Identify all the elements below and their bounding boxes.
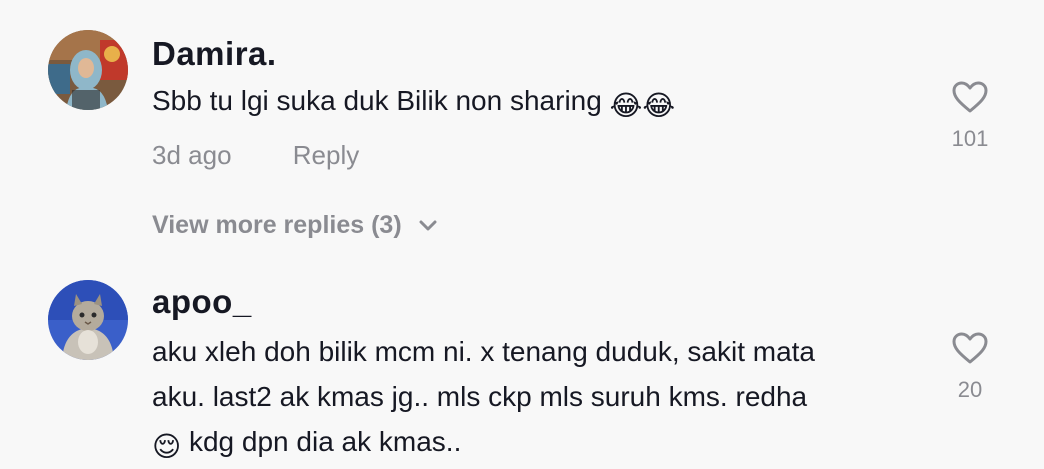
heart-outline-icon[interactable]: [951, 331, 989, 365]
reply-button[interactable]: Reply: [293, 140, 359, 171]
user-avatar-icon[interactable]: [48, 30, 128, 110]
heart-outline-icon[interactable]: [951, 80, 989, 114]
like-button[interactable]: 20: [940, 331, 1000, 403]
laughing-emoji-icon: 😂😂: [609, 90, 676, 121]
comment-text-body: Sbb tu lgi suka duk Bilik non sharing: [152, 85, 602, 116]
comment-text-line: aku. last2 ak kmas jg.. mls ckp mls suru…: [152, 381, 808, 412]
comment-username[interactable]: Damira.: [152, 35, 277, 73]
comment-text: Sbb tu lgi suka duk Bilik non sharing 😂😂: [152, 78, 912, 128]
comment-timestamp: 3d ago: [152, 140, 232, 170]
comment-username[interactable]: apoo_: [152, 283, 252, 321]
relieved-face-emoji-icon: 😌: [152, 431, 182, 462]
like-count: 20: [957, 377, 983, 402]
chevron-down-icon: [419, 220, 437, 230]
like-count: 101: [951, 126, 989, 151]
comment-text-line-end: kdg dpn dia ak kmas..: [188, 426, 462, 457]
user-avatar-icon[interactable]: [48, 280, 128, 360]
like-button[interactable]: 101: [940, 80, 1000, 152]
comment-text: aku xleh doh bilik mcm ni. x tenang dudu…: [152, 329, 912, 469]
view-more-replies-label: View more replies (3): [152, 211, 402, 239]
view-more-replies-button[interactable]: View more replies (3): [152, 211, 438, 240]
comment-meta: 3d ago Reply: [152, 140, 359, 171]
comment-text-line: aku xleh doh bilik mcm ni. x tenang dudu…: [152, 336, 816, 367]
